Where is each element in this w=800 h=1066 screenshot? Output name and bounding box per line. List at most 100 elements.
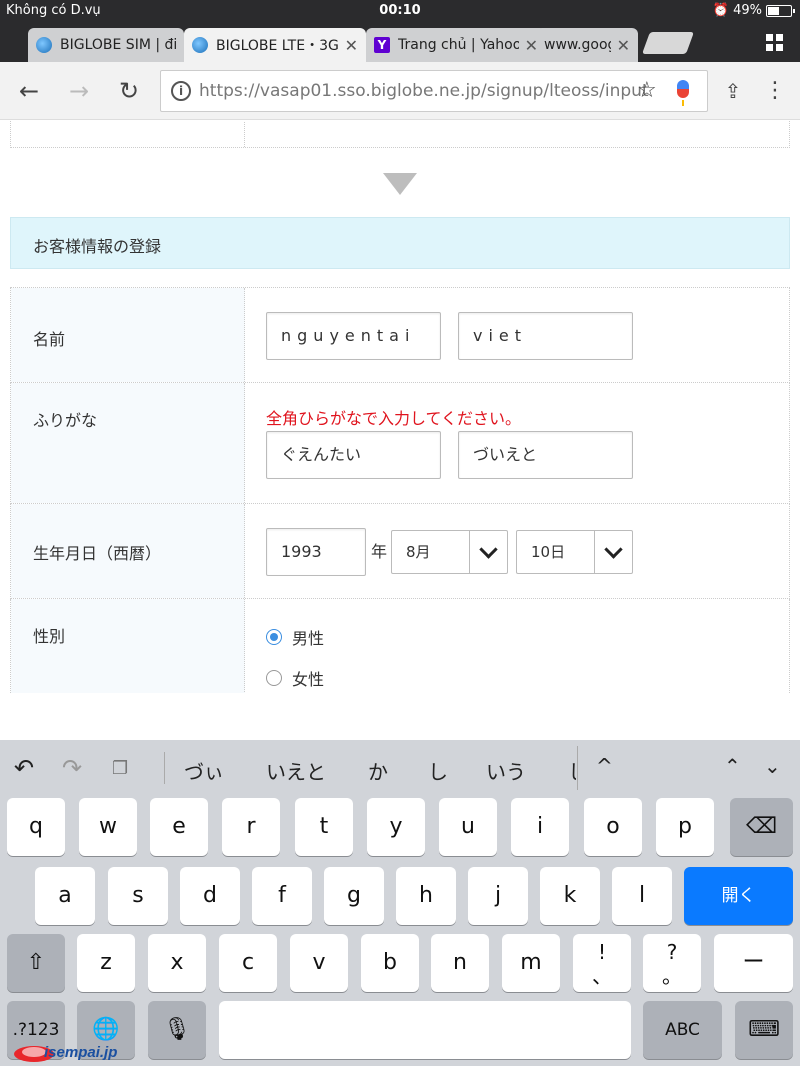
bookmark-star-icon[interactable]: ☆ [637,78,657,103]
key-l[interactable]: l [612,867,672,925]
battery-percent: 49% [733,3,762,18]
form-row-gender: 性別 男性 女性 [10,599,790,693]
alarm-icon: ⏰ [712,3,730,18]
furigana-note: 全角ひらがなで入力してください。 [266,409,522,428]
share-icon[interactable]: ⇪ [718,76,748,106]
undo-icon[interactable]: ↶ [14,754,34,782]
suggestion-2[interactable]: いえと [266,756,326,785]
year-suffix: 年 [371,542,388,561]
key-exclamation[interactable]: !、 [573,934,631,992]
key-dash[interactable]: ー [714,934,793,992]
close-icon[interactable]: ✕ [617,36,630,55]
key-z[interactable]: z [77,934,135,992]
key-e[interactable]: e [150,798,208,856]
key-v[interactable]: v [290,934,348,992]
form-row-birthdate: 生年月日（西暦） 1993 年 8月 10日 [10,504,790,599]
key-j[interactable]: j [468,867,528,925]
key-u[interactable]: u [439,798,497,856]
watermark-logo: isempai.jp [6,1030,136,1066]
key-q[interactable]: q [7,798,65,856]
paste-icon[interactable]: ❐ [112,758,128,779]
microphone-icon[interactable] [677,80,689,106]
chevron-down-icon[interactable]: ⌄ [764,754,781,778]
keyboard-icon: ⌨ [748,1017,780,1042]
radio-icon [266,670,282,686]
software-keyboard: ↶ ↷ ❐ づぃ いえと か し いう し ^ ⌃ ⌄ q w e r t y … [0,740,800,1066]
suggestion-6[interactable]: し [568,756,576,785]
key-a[interactable]: a [35,867,95,925]
key-t[interactable]: t [295,798,353,856]
info-icon[interactable]: i [171,81,191,101]
section-title: お客様情報の登録 [10,217,790,269]
open-key[interactable]: 開く [684,867,793,925]
tab-biglobe-lte[interactable]: BIGLOBE LTE・3G ✕ [184,28,366,62]
gender-male-radio[interactable]: 男性 [266,625,324,649]
dictation-key[interactable]: 🎙 [148,1001,206,1059]
form-row-furigana: ふりがな 全角ひらがなで入力してください。 ぐえんたい づいえと [10,383,790,504]
shift-icon: ⇧ [26,950,46,975]
chevron-down-icon [594,531,632,573]
suggestion-1[interactable]: づぃ [184,756,224,785]
gender-female-radio[interactable]: 女性 [266,666,324,690]
key-x[interactable]: x [148,934,206,992]
biglobe-icon [192,37,208,53]
key-r[interactable]: r [222,798,280,856]
birth-day-select[interactable]: 10日 [516,530,633,574]
key-s[interactable]: s [108,867,168,925]
name-label: 名前 [11,288,245,382]
suggestion-5[interactable]: いう [486,756,526,785]
forward-arrow-icon[interactable]: → [64,76,94,106]
key-b[interactable]: b [361,934,419,992]
previous-form-row [10,121,790,148]
chevron-up-icon[interactable]: ⌃ [724,754,741,778]
key-question[interactable]: ?。 [643,934,701,992]
menu-dots-icon[interactable]: ⋮ [760,76,790,106]
suggestion-4[interactable]: し [428,756,448,785]
reload-icon[interactable]: ↻ [114,76,144,106]
key-h[interactable]: h [396,867,456,925]
shift-key[interactable]: ⇧ [7,934,65,992]
key-c[interactable]: c [219,934,277,992]
radio-selected-icon [266,629,282,645]
tab-yahoo[interactable]: Y Trang chủ | Yahoo ✕ [366,28,546,62]
abc-key[interactable]: ABC [643,1001,722,1059]
key-w[interactable]: w [79,798,137,856]
yahoo-icon: Y [374,37,390,53]
space-key[interactable] [219,1001,631,1059]
address-bar[interactable]: i https://vasap01.sso.biglobe.ne.jp/sign… [160,70,708,112]
redo-icon[interactable]: ↷ [62,754,82,782]
furigana-label: ふりがな [11,383,245,503]
web-page: お客様情報の登録 名前 nguyentai viet ふりがな 全角ひらがなで入… [0,121,800,693]
last-name-input[interactable]: nguyentai [266,312,441,360]
key-k[interactable]: k [540,867,600,925]
tab-biglobe-sim[interactable]: BIGLOBE SIM | điệ [28,28,184,62]
key-y[interactable]: y [367,798,425,856]
first-name-input[interactable]: viet [458,312,633,360]
new-tab-button[interactable] [641,32,695,54]
key-n[interactable]: n [431,934,489,992]
key-d[interactable]: d [180,867,240,925]
step-arrow-icon [383,173,417,195]
key-i[interactable]: i [511,798,569,856]
tab-switcher-icon[interactable] [766,34,784,52]
first-name-furigana-input[interactable]: づいえと [458,431,633,479]
back-arrow-icon[interactable]: ← [14,76,44,106]
key-o[interactable]: o [584,798,642,856]
url-text[interactable]: https://vasap01.sso.biglobe.ne.jp/signup… [199,81,649,101]
last-name-furigana-input[interactable]: ぐえんたい [266,431,441,479]
birthdate-label: 生年月日（西暦） [11,504,245,598]
watermark-text: isempai.jp [44,1044,118,1061]
backspace-key[interactable]: ⌫ [730,798,793,856]
tab-google[interactable]: www.goog ✕ [536,28,638,62]
hide-keyboard-key[interactable]: ⌨ [735,1001,793,1059]
key-p[interactable]: p [656,798,714,856]
birth-year-input[interactable]: 1993 [266,528,366,576]
suggestion-3[interactable]: か [368,756,388,785]
close-icon[interactable]: ✕ [345,36,358,55]
expand-candidates-icon[interactable]: ^ [596,754,613,778]
key-g[interactable]: g [324,867,384,925]
key-m[interactable]: m [502,934,560,992]
biglobe-icon [36,37,52,53]
birth-month-select[interactable]: 8月 [391,530,508,574]
key-f[interactable]: f [252,867,312,925]
